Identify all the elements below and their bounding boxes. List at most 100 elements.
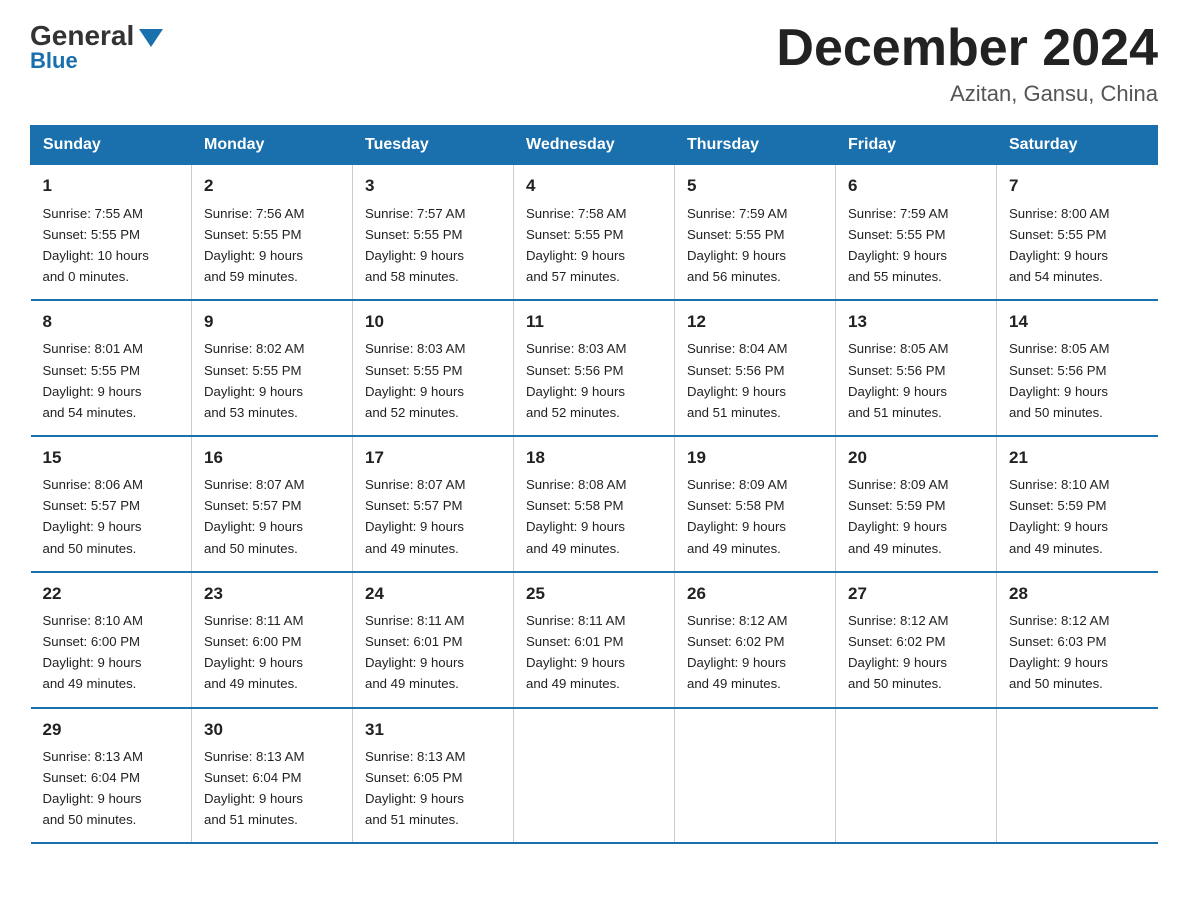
day-number: 30	[204, 717, 340, 743]
day-info: Sunrise: 8:09 AMSunset: 5:58 PMDaylight:…	[687, 474, 823, 559]
calendar-week-row: 1Sunrise: 7:55 AMSunset: 5:55 PMDaylight…	[31, 165, 1158, 300]
calendar-cell: 9 Sunrise: 8:02 AMSunset: 5:55 PMDaylight…	[192, 300, 353, 436]
day-info: Sunrise: 8:12 AMSunset: 6:02 PMDaylight:…	[848, 610, 984, 695]
day-info: Sunrise: 8:09 AMSunset: 5:59 PMDaylight:…	[848, 474, 984, 559]
logo-blue-text: Blue	[30, 48, 78, 74]
day-number: 4	[526, 173, 662, 199]
calendar-cell: 2 Sunrise: 7:56 AMSunset: 5:55 PMDaylight…	[192, 165, 353, 300]
calendar-cell: 12Sunrise: 8:04 AMSunset: 5:56 PMDayligh…	[675, 300, 836, 436]
day-info: Sunrise: 8:11 AMSunset: 6:00 PMDaylight:…	[204, 610, 340, 695]
day-info: Sunrise: 8:03 AMSunset: 5:55 PMDaylight:…	[365, 338, 501, 423]
calendar-cell: 29 Sunrise: 8:13 AMSunset: 6:04 PMDayligh…	[31, 708, 192, 844]
calendar-cell	[514, 708, 675, 844]
day-info: Sunrise: 7:59 AMSunset: 5:55 PMDaylight:…	[848, 203, 984, 288]
logo-triangle-icon	[139, 29, 163, 47]
calendar-cell: 30 Sunrise: 8:13 AMSunset: 6:04 PMDayligh…	[192, 708, 353, 844]
header-wednesday: Wednesday	[514, 126, 675, 165]
day-number: 28	[1009, 581, 1146, 607]
day-info: Sunrise: 8:07 AMSunset: 5:57 PMDaylight:…	[204, 474, 340, 559]
day-number: 9	[204, 309, 340, 335]
calendar-cell: 27 Sunrise: 8:12 AMSunset: 6:02 PMDayligh…	[836, 572, 997, 708]
calendar-cell: 5Sunrise: 7:59 AMSunset: 5:55 PMDaylight…	[675, 165, 836, 300]
day-info: Sunrise: 8:00 AMSunset: 5:55 PMDaylight:…	[1009, 203, 1146, 288]
calendar-cell: 4 Sunrise: 7:58 AMSunset: 5:55 PMDaylight…	[514, 165, 675, 300]
calendar-cell: 13 Sunrise: 8:05 AMSunset: 5:56 PMDayligh…	[836, 300, 997, 436]
location-text: Azitan, Gansu, China	[776, 81, 1158, 107]
calendar-cell: 3Sunrise: 7:57 AMSunset: 5:55 PMDaylight…	[353, 165, 514, 300]
calendar-week-row: 15 Sunrise: 8:06 AMSunset: 5:57 PMDayligh…	[31, 436, 1158, 572]
calendar-cell: 25 Sunrise: 8:11 AMSunset: 6:01 PMDayligh…	[514, 572, 675, 708]
header-saturday: Saturday	[997, 126, 1158, 165]
day-number: 7	[1009, 173, 1146, 199]
calendar-cell: 24 Sunrise: 8:11 AMSunset: 6:01 PMDayligh…	[353, 572, 514, 708]
day-info: Sunrise: 8:01 AMSunset: 5:55 PMDaylight:…	[43, 338, 180, 423]
calendar-cell: 10 Sunrise: 8:03 AMSunset: 5:55 PMDayligh…	[353, 300, 514, 436]
day-number: 5	[687, 173, 823, 199]
day-number: 27	[848, 581, 984, 607]
calendar-cell	[997, 708, 1158, 844]
day-info: Sunrise: 8:11 AMSunset: 6:01 PMDaylight:…	[365, 610, 501, 695]
day-info: Sunrise: 8:02 AMSunset: 5:55 PMDaylight:…	[204, 338, 340, 423]
day-info: Sunrise: 8:10 AMSunset: 6:00 PMDaylight:…	[43, 610, 180, 695]
day-info: Sunrise: 8:04 AMSunset: 5:56 PMDaylight:…	[687, 338, 823, 423]
header-thursday: Thursday	[675, 126, 836, 165]
day-number: 10	[365, 309, 501, 335]
day-number: 25	[526, 581, 662, 607]
day-number: 21	[1009, 445, 1146, 471]
calendar-week-row: 22Sunrise: 8:10 AMSunset: 6:00 PMDayligh…	[31, 572, 1158, 708]
title-section: December 2024 Azitan, Gansu, China	[776, 20, 1158, 107]
day-info: Sunrise: 8:05 AMSunset: 5:56 PMDaylight:…	[848, 338, 984, 423]
day-number: 11	[526, 309, 662, 335]
day-info: Sunrise: 8:03 AMSunset: 5:56 PMDaylight:…	[526, 338, 662, 423]
calendar-cell: 23 Sunrise: 8:11 AMSunset: 6:00 PMDayligh…	[192, 572, 353, 708]
day-number: 3	[365, 173, 501, 199]
calendar-cell: 7 Sunrise: 8:00 AMSunset: 5:55 PMDaylight…	[997, 165, 1158, 300]
calendar-cell: 19Sunrise: 8:09 AMSunset: 5:58 PMDayligh…	[675, 436, 836, 572]
day-number: 24	[365, 581, 501, 607]
calendar-week-row: 29 Sunrise: 8:13 AMSunset: 6:04 PMDayligh…	[31, 708, 1158, 844]
calendar-cell	[836, 708, 997, 844]
day-info: Sunrise: 8:07 AMSunset: 5:57 PMDaylight:…	[365, 474, 501, 559]
day-number: 13	[848, 309, 984, 335]
calendar-cell: 18 Sunrise: 8:08 AMSunset: 5:58 PMDayligh…	[514, 436, 675, 572]
day-info: Sunrise: 8:11 AMSunset: 6:01 PMDaylight:…	[526, 610, 662, 695]
day-info: Sunrise: 8:05 AMSunset: 5:56 PMDaylight:…	[1009, 338, 1146, 423]
day-info: Sunrise: 8:06 AMSunset: 5:57 PMDaylight:…	[43, 474, 180, 559]
day-number: 6	[848, 173, 984, 199]
day-number: 8	[43, 309, 180, 335]
day-number: 2	[204, 173, 340, 199]
calendar-cell: 28Sunrise: 8:12 AMSunset: 6:03 PMDayligh…	[997, 572, 1158, 708]
day-number: 14	[1009, 309, 1146, 335]
day-number: 15	[43, 445, 180, 471]
page-header: General Blue December 2024 Azitan, Gansu…	[30, 20, 1158, 107]
calendar-cell: 22Sunrise: 8:10 AMSunset: 6:00 PMDayligh…	[31, 572, 192, 708]
calendar-cell: 15 Sunrise: 8:06 AMSunset: 5:57 PMDayligh…	[31, 436, 192, 572]
day-number: 26	[687, 581, 823, 607]
day-info: Sunrise: 8:13 AMSunset: 6:04 PMDaylight:…	[43, 746, 180, 831]
day-info: Sunrise: 8:13 AMSunset: 6:04 PMDaylight:…	[204, 746, 340, 831]
month-title: December 2024	[776, 20, 1158, 77]
day-info: Sunrise: 8:08 AMSunset: 5:58 PMDaylight:…	[526, 474, 662, 559]
calendar-cell: 21Sunrise: 8:10 AMSunset: 5:59 PMDayligh…	[997, 436, 1158, 572]
day-info: Sunrise: 7:56 AMSunset: 5:55 PMDaylight:…	[204, 203, 340, 288]
day-number: 29	[43, 717, 180, 743]
day-number: 31	[365, 717, 501, 743]
calendar-cell: 14 Sunrise: 8:05 AMSunset: 5:56 PMDayligh…	[997, 300, 1158, 436]
calendar-cell: 26Sunrise: 8:12 AMSunset: 6:02 PMDayligh…	[675, 572, 836, 708]
logo: General Blue	[30, 20, 163, 74]
day-info: Sunrise: 7:58 AMSunset: 5:55 PMDaylight:…	[526, 203, 662, 288]
calendar-cell	[675, 708, 836, 844]
day-number: 18	[526, 445, 662, 471]
day-number: 23	[204, 581, 340, 607]
calendar-cell: 8 Sunrise: 8:01 AMSunset: 5:55 PMDaylight…	[31, 300, 192, 436]
calendar-cell: 17 Sunrise: 8:07 AMSunset: 5:57 PMDayligh…	[353, 436, 514, 572]
calendar-cell: 31Sunrise: 8:13 AMSunset: 6:05 PMDayligh…	[353, 708, 514, 844]
header-sunday: Sunday	[31, 126, 192, 165]
day-number: 17	[365, 445, 501, 471]
day-number: 1	[43, 173, 180, 199]
calendar-cell: 16Sunrise: 8:07 AMSunset: 5:57 PMDayligh…	[192, 436, 353, 572]
header-tuesday: Tuesday	[353, 126, 514, 165]
calendar-cell: 11 Sunrise: 8:03 AMSunset: 5:56 PMDayligh…	[514, 300, 675, 436]
calendar-cell: 1Sunrise: 7:55 AMSunset: 5:55 PMDaylight…	[31, 165, 192, 300]
calendar-week-row: 8 Sunrise: 8:01 AMSunset: 5:55 PMDaylight…	[31, 300, 1158, 436]
